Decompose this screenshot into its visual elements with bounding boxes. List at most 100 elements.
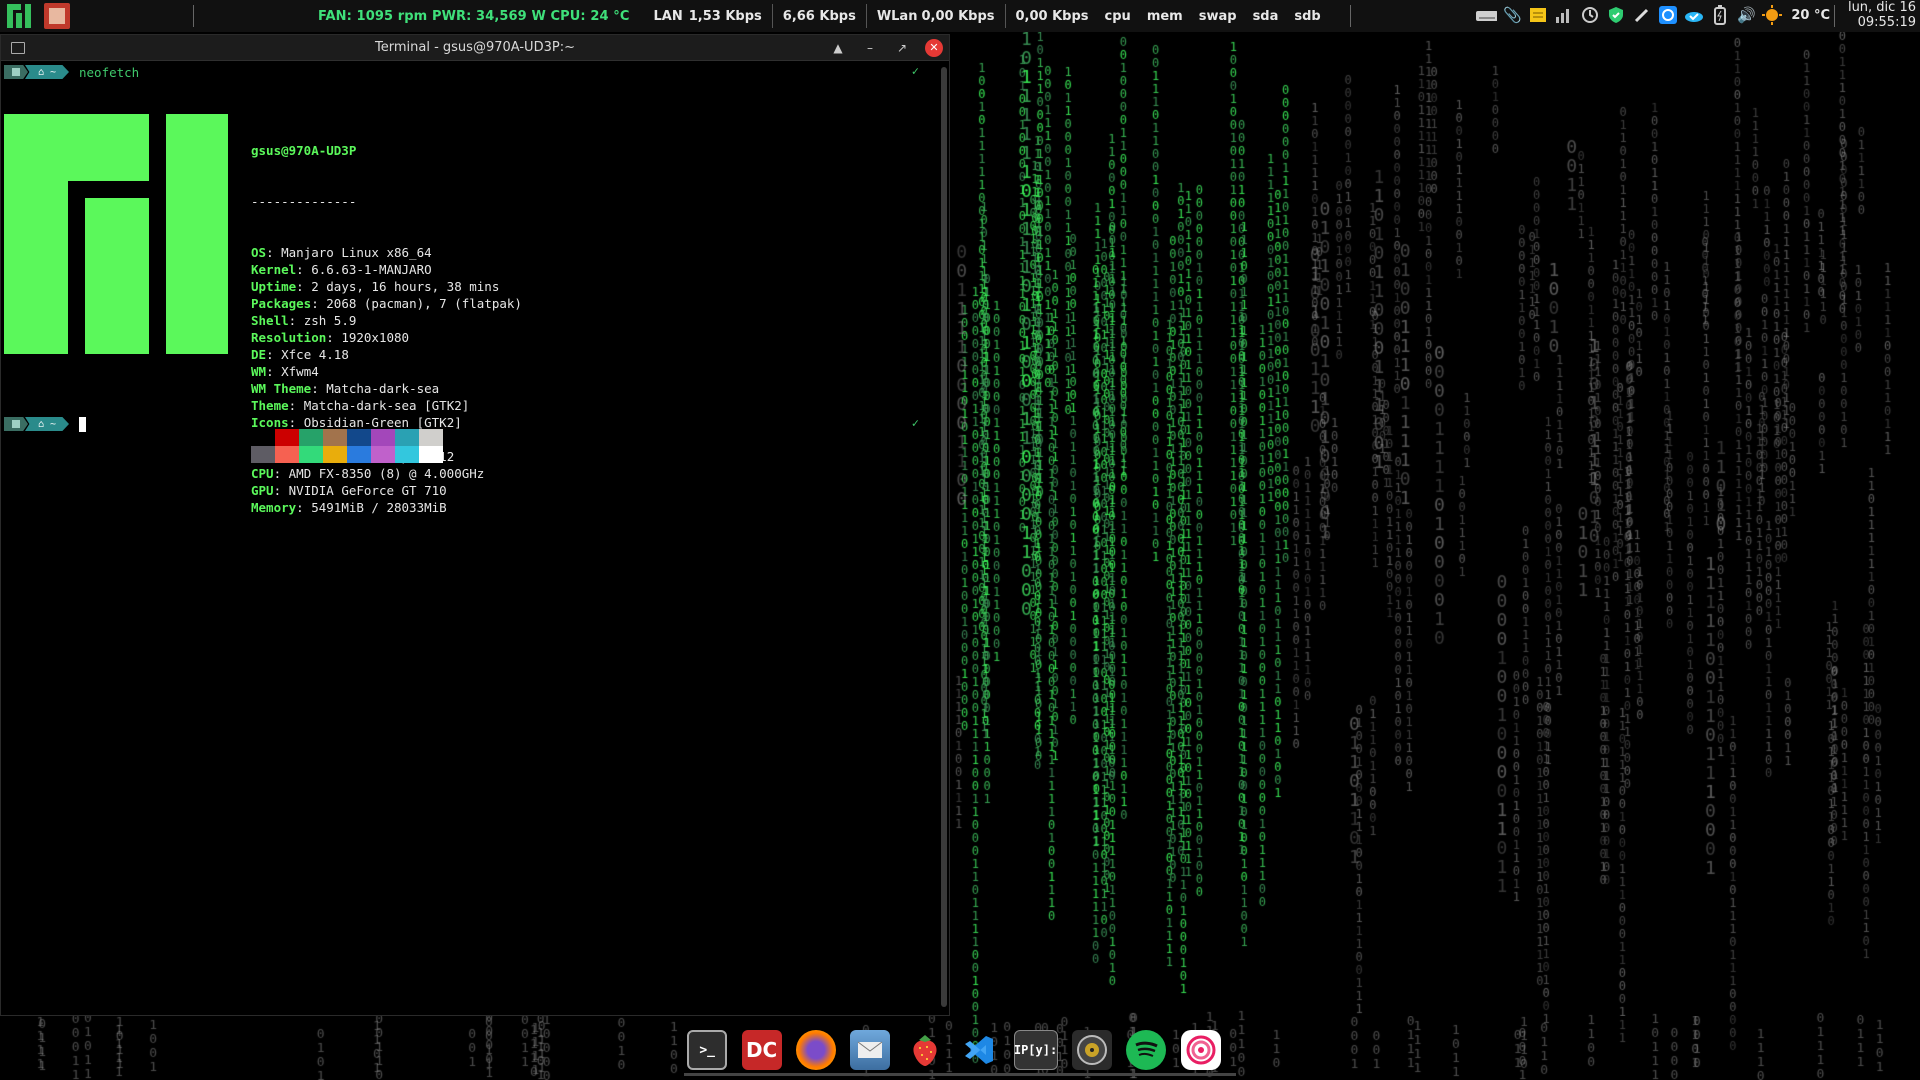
dxc-app-icon[interactable]: DC — [741, 1030, 782, 1070]
clock[interactable]: lun, dic 16 09:55:19 — [1832, 0, 1916, 30]
info-line: CPU: AMD FX-8350 (8) @ 4.000GHz — [251, 465, 522, 482]
info-value: AMD FX-8350 (8) @ 4.000GHz — [288, 466, 485, 481]
terminal-content[interactable]: ⌂ ~ neofetch ✓ gsus@970A-UD3P ----------… — [1, 62, 937, 1015]
mail-app-icon[interactable] — [850, 1030, 891, 1070]
palette-swatch — [395, 446, 419, 463]
network-bars-icon[interactable] — [1553, 4, 1575, 26]
info-key: Icons — [251, 415, 289, 430]
success-check-icon: ✓ — [911, 416, 919, 430]
terminal-app-icon[interactable]: >_ — [687, 1030, 728, 1070]
palette-swatch — [395, 429, 419, 446]
prompt-os-segment — [4, 417, 28, 431]
wlan-label: WLan — [876, 8, 918, 24]
info-colon: : — [273, 466, 289, 481]
info-colon: : — [288, 313, 304, 328]
info-line: Memory: 5491MiB / 28033MiB — [251, 499, 522, 516]
app-launcher-icon[interactable] — [44, 3, 70, 29]
prompt-os-segment — [4, 65, 28, 79]
panel-separator — [1350, 5, 1351, 27]
wlan-up-rate: 0,00 Kbps — [1015, 8, 1089, 24]
info-line: Shell: zsh 5.9 — [251, 312, 522, 329]
info-value: Xfce 4.18 — [281, 347, 349, 362]
info-key: OS — [251, 245, 267, 260]
palette-swatch — [299, 446, 323, 463]
panel-separator — [193, 5, 194, 27]
prompt-home-segment: ⌂ ~ — [25, 417, 69, 431]
lan-down-rate: 1,53 Kbps — [688, 8, 762, 24]
info-line: OS: Manjaro Linux x86_64 — [251, 244, 522, 261]
palette-swatch — [371, 446, 395, 463]
info-colon: : — [288, 415, 304, 430]
info-key: WM Theme — [251, 381, 312, 396]
info-value: Matcha-dark-sea [GTK2] — [303, 398, 470, 413]
vscode-app-icon[interactable] — [959, 1030, 999, 1070]
sda-monitor[interactable]: sda — [1243, 9, 1285, 24]
info-colon: : — [296, 500, 312, 515]
manjaro-menu-icon[interactable] — [4, 1, 34, 31]
maximize-button[interactable]: ↗ — [893, 39, 911, 57]
window-title: Terminal - gsus@970A-UD3P:~ — [375, 40, 575, 55]
terminal-scrollbar[interactable] — [941, 67, 947, 1007]
cloud-icon[interactable] — [1683, 4, 1705, 26]
success-check-icon: ✓ — [911, 64, 919, 78]
ipython-app-icon[interactable]: IP[y]: — [1013, 1030, 1058, 1070]
info-key: Theme — [251, 398, 289, 413]
sdb-monitor[interactable]: sdb — [1284, 9, 1326, 24]
shell-prompt: ⌂ ~ — [4, 416, 86, 432]
weather-temperature[interactable]: 20 °C — [1791, 8, 1830, 23]
shield-icon[interactable] — [1605, 4, 1627, 26]
shade-button[interactable]: ▲ — [829, 39, 847, 57]
swirl-app-icon[interactable] — [1180, 1030, 1221, 1070]
lan-label: LAN — [653, 8, 683, 24]
palette-swatch — [371, 429, 395, 446]
palette-swatch — [419, 429, 443, 446]
info-key: Resolution — [251, 330, 327, 345]
mem-monitor[interactable]: mem — [1137, 9, 1189, 24]
info-value: Matcha-dark-sea — [326, 381, 440, 396]
cpu-monitor[interactable]: cpu — [1099, 9, 1137, 24]
info-line: Resolution: 1920x1080 — [251, 329, 522, 346]
info-line: Theme: Matcha-dark-sea [GTK2] — [251, 397, 522, 414]
screenshot-icon[interactable] — [1657, 4, 1679, 26]
audio-player-app-icon[interactable] — [1071, 1030, 1112, 1070]
notes-icon[interactable] — [1527, 4, 1549, 26]
info-value: zsh 5.9 — [303, 313, 357, 328]
info-key: Packages — [251, 296, 312, 311]
info-key: CPU — [251, 466, 274, 481]
info-value: 6.6.63-1-MANJARO — [311, 262, 432, 277]
system-tray: 📎 🔊 20 °C — [1475, 4, 1830, 26]
minimize-button[interactable]: – — [861, 39, 879, 57]
eyedropper-icon[interactable] — [1631, 4, 1653, 26]
palette-swatch — [299, 429, 323, 446]
palette-swatch — [347, 429, 371, 446]
close-button[interactable]: ✕ — [925, 39, 943, 57]
palette-swatch — [251, 446, 275, 463]
firefox-app-icon[interactable] — [795, 1030, 836, 1070]
shell-prompt: ⌂ ~ neofetch — [4, 64, 139, 80]
paperclip-icon[interactable]: 📎 — [1501, 4, 1523, 26]
sun-icon — [1761, 4, 1783, 26]
info-line: DE: Xfce 4.18 — [251, 346, 522, 363]
info-colon: : — [266, 245, 282, 260]
update-icon[interactable] — [1579, 4, 1601, 26]
palette-swatch — [323, 446, 347, 463]
top-panel: FAN: 1095 rpm PWR: 34,569 W CPU: 24 °C L… — [0, 0, 1920, 32]
spotify-app-icon[interactable] — [1126, 1030, 1167, 1070]
clock-date: lun, dic 16 — [1847, 0, 1916, 15]
user-host: gsus@970A-UD3P — [251, 143, 357, 158]
battery-icon[interactable] — [1709, 4, 1731, 26]
info-value: 5491MiB / 28033MiB — [311, 500, 447, 515]
info-key: WM — [251, 364, 267, 379]
palette-swatch — [275, 446, 299, 463]
drive-icon[interactable] — [1475, 4, 1498, 26]
prompt-home-segment: ⌂ ~ — [25, 65, 69, 79]
info-colon: : — [311, 381, 327, 396]
info-value: 2068 (pacman), 7 (flatpak) — [326, 296, 522, 311]
info-value: 1920x1080 — [341, 330, 410, 345]
window-titlebar[interactable]: Terminal - gsus@970A-UD3P:~ ▲ – ↗ ✕ — [1, 35, 949, 61]
info-colon: : — [266, 364, 282, 379]
strawberry-app-icon[interactable] — [905, 1030, 945, 1070]
info-line: Kernel: 6.6.63-1-MANJARO — [251, 261, 522, 278]
volume-icon[interactable]: 🔊 — [1735, 4, 1757, 26]
swap-monitor[interactable]: swap — [1189, 9, 1243, 24]
